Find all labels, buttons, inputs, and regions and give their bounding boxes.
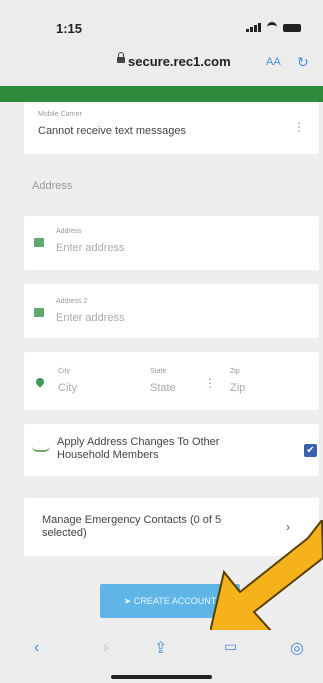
back-icon[interactable]: ‹ [34, 639, 39, 657]
create-account-label: CREATE ACCOUNT [133, 596, 217, 606]
building-icon [34, 308, 44, 317]
mobile-carrier-value: Cannot receive text messages [38, 125, 186, 137]
address-input[interactable]: Enter address [56, 242, 124, 254]
city-label: City [58, 368, 71, 375]
mobile-carrier-select[interactable]: Mobile Carrier Cannot receive text messa… [24, 102, 319, 154]
address-section-title: Address [32, 180, 73, 192]
site-header-strip [0, 86, 323, 102]
check-swoosh-icon [32, 446, 50, 452]
status-time: 1:15 [56, 21, 83, 36]
signal-icon [246, 23, 261, 32]
more-vertical-icon[interactable]: ⋮ [293, 120, 305, 134]
arrow-right-icon: ➤ [123, 596, 132, 606]
share-icon[interactable]: ⇪ [154, 638, 167, 658]
apply-address-changes-row[interactable]: Apply Address Changes To Other Household… [24, 424, 319, 476]
compass-icon[interactable]: ◎ [290, 638, 304, 658]
building-icon [34, 238, 44, 247]
forward-icon[interactable]: › [103, 639, 108, 657]
city-input[interactable]: City [58, 382, 77, 394]
state-dropdown-icon[interactable]: ⋮ [204, 376, 216, 390]
state-label: State [150, 368, 167, 375]
location-pin-icon [34, 376, 46, 388]
lock-icon [117, 52, 125, 63]
zip-label: Zip [230, 368, 240, 375]
home-indicator [111, 675, 212, 679]
status-icons [246, 22, 301, 33]
text-size-button[interactable]: AA [266, 56, 281, 68]
address2-field[interactable]: Address 2 Enter address [24, 284, 319, 338]
status-bar: 1:15 [0, 0, 323, 46]
state-select[interactable]: State [150, 382, 176, 394]
bookmarks-icon[interactable]: ▭ [224, 638, 237, 655]
apply-changes-checkbox[interactable]: ✔ [304, 444, 317, 457]
reload-icon[interactable]: ↻ [297, 54, 309, 71]
zip-input[interactable]: Zip [230, 382, 245, 394]
annotation-arrow-icon [210, 520, 323, 633]
address2-input[interactable]: Enter address [56, 312, 124, 324]
url-text[interactable]: secure.rec1.com [128, 54, 231, 69]
address2-label: Address 2 [56, 298, 88, 305]
city-state-zip-row: City City State State ⋮ Zip Zip [24, 352, 319, 410]
battery-icon [283, 23, 301, 32]
wifi-icon [267, 22, 277, 33]
apply-changes-label: Apply Address Changes To Other Household… [57, 436, 220, 461]
address-field[interactable]: Address Enter address [24, 216, 319, 270]
mobile-carrier-label: Mobile Carrier [38, 111, 82, 118]
address-label: Address [56, 228, 82, 235]
